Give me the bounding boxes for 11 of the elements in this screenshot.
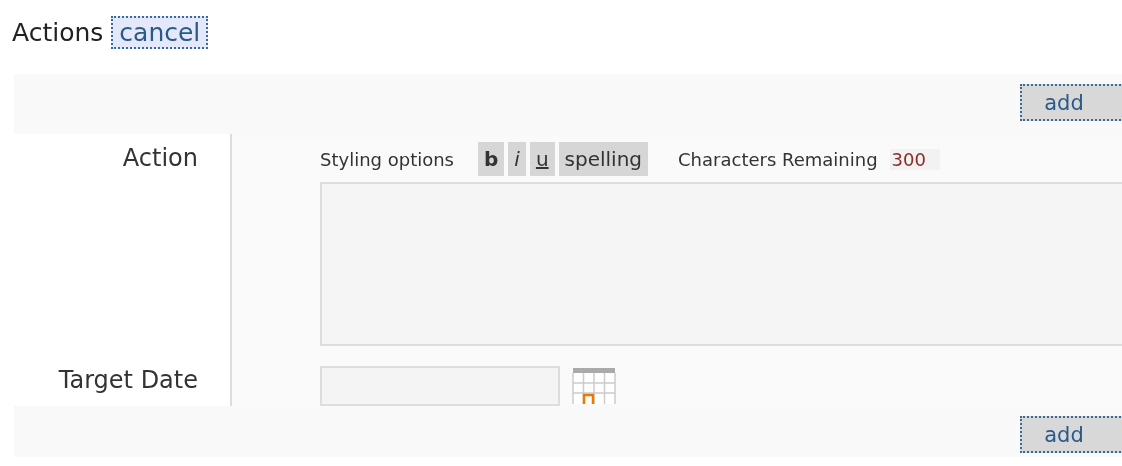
italic-button[interactable]: i xyxy=(508,142,526,176)
section-title: Actions xyxy=(12,17,104,47)
add-button[interactable]: add xyxy=(1020,84,1122,121)
cancel-link[interactable]: cancel xyxy=(111,15,209,49)
bold-button[interactable]: b xyxy=(478,142,505,176)
counter-label: Characters Remaining xyxy=(678,148,878,170)
styling-label: Styling options xyxy=(320,148,454,170)
add-button[interactable]: add xyxy=(1020,416,1122,453)
spelling-button[interactable]: spelling xyxy=(558,142,649,176)
underline-button[interactable]: u xyxy=(529,142,555,176)
character-count: 300 xyxy=(889,148,940,170)
